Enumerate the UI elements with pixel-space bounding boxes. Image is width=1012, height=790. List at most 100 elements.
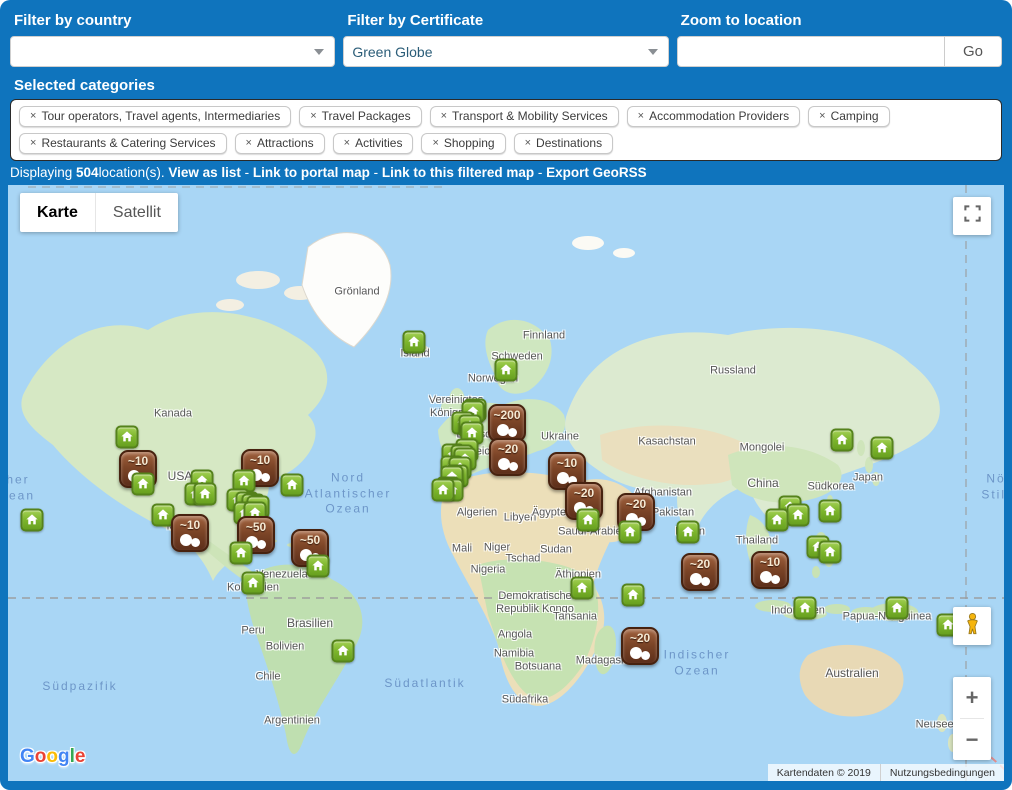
house-marker[interactable] bbox=[332, 640, 355, 663]
terms-link[interactable]: Nutzungsbedingungen bbox=[881, 767, 1004, 779]
category-chip-label: Destinations bbox=[536, 136, 602, 150]
remove-chip-icon[interactable]: × bbox=[819, 110, 825, 122]
house-icon bbox=[798, 601, 813, 616]
remove-chip-icon[interactable]: × bbox=[310, 110, 316, 122]
house-marker[interactable] bbox=[495, 359, 518, 382]
cluster-marker[interactable]: ~20 bbox=[621, 627, 659, 665]
category-chip[interactable]: × Accommodation Providers bbox=[627, 106, 801, 127]
house-marker[interactable] bbox=[230, 542, 253, 565]
map-place-label: Finnland bbox=[523, 329, 565, 342]
house-marker[interactable] bbox=[831, 429, 854, 452]
house-marker[interactable] bbox=[116, 426, 139, 449]
top-dashed-line bbox=[28, 186, 448, 188]
house-marker[interactable] bbox=[307, 555, 330, 578]
status-prefix: Displaying bbox=[10, 165, 76, 180]
remove-chip-icon[interactable]: × bbox=[441, 110, 447, 122]
zoom-to-location-label: Zoom to location bbox=[681, 12, 1002, 30]
house-marker[interactable] bbox=[194, 483, 217, 506]
cluster-dot-icon bbox=[261, 473, 270, 482]
remove-chip-icon[interactable]: × bbox=[246, 137, 252, 149]
cluster-count-label: ~50 bbox=[293, 533, 327, 547]
map-type-karte-button[interactable]: Karte bbox=[20, 193, 96, 232]
cluster-dot-icon bbox=[771, 575, 780, 584]
map-place-label: Argentinien bbox=[264, 714, 320, 727]
go-button[interactable]: Go bbox=[944, 37, 1001, 66]
category-chip[interactable]: ×Activities bbox=[333, 133, 414, 154]
remove-chip-icon[interactable]: × bbox=[30, 110, 36, 122]
house-marker[interactable] bbox=[787, 504, 810, 527]
house-marker[interactable] bbox=[794, 597, 817, 620]
chevron-down-icon bbox=[648, 49, 658, 55]
house-marker[interactable] bbox=[21, 509, 44, 532]
google-logo[interactable]: Google bbox=[20, 746, 85, 768]
map-type-satellit-button[interactable]: Satellit bbox=[96, 193, 178, 232]
category-chip[interactable]: × Destinations bbox=[514, 133, 613, 154]
cluster-marker[interactable]: ~10 bbox=[171, 514, 209, 552]
cluster-marker[interactable]: ~20 bbox=[681, 553, 719, 591]
house-marker[interactable] bbox=[766, 509, 789, 532]
country-filter-select[interactable] bbox=[10, 36, 335, 67]
cluster-count-label: ~10 bbox=[173, 518, 207, 532]
house-marker[interactable] bbox=[571, 577, 594, 600]
map-place-label: Brasilien bbox=[287, 616, 333, 630]
category-chip[interactable]: ×Transport & Mobility Services bbox=[430, 106, 619, 127]
pegman-control[interactable] bbox=[953, 607, 991, 645]
house-marker[interactable] bbox=[432, 479, 455, 502]
category-chip[interactable]: ×Travel Packages bbox=[299, 106, 421, 127]
house-marker[interactable] bbox=[886, 597, 909, 620]
status-link[interactable]: View as list bbox=[168, 165, 241, 180]
cluster-count-label: ~20 bbox=[619, 497, 653, 511]
cluster-dot-icon bbox=[760, 571, 772, 583]
house-marker[interactable] bbox=[871, 437, 894, 460]
house-marker[interactable] bbox=[281, 474, 304, 497]
house-icon bbox=[823, 504, 838, 519]
remove-chip-icon[interactable]: × bbox=[525, 137, 531, 149]
cluster-marker[interactable]: ~10 bbox=[751, 551, 789, 589]
country-filter-field: Filter by country bbox=[10, 12, 335, 67]
house-marker[interactable] bbox=[619, 521, 642, 544]
house-icon bbox=[336, 644, 351, 659]
remove-chip-icon[interactable]: × bbox=[432, 137, 438, 149]
fullscreen-button[interactable] bbox=[953, 197, 991, 235]
zoom-to-location-input[interactable] bbox=[678, 37, 944, 66]
house-marker[interactable] bbox=[132, 473, 155, 496]
category-chip[interactable]: ×Shopping bbox=[421, 133, 505, 154]
google-map[interactable]: GrönlandIslandFinnlandSchwedenNorwegenRu… bbox=[8, 185, 1004, 781]
map-water-label: Nord Atlantischer Ozean bbox=[305, 471, 392, 518]
remove-chip-icon[interactable]: × bbox=[344, 137, 350, 149]
house-marker[interactable] bbox=[403, 331, 426, 354]
house-marker[interactable] bbox=[622, 584, 645, 607]
map-water-label: Nö Still bbox=[981, 471, 1004, 502]
house-marker[interactable] bbox=[677, 521, 700, 544]
category-chip[interactable]: ×Tour operators, Travel agents, Intermed… bbox=[19, 106, 291, 127]
cluster-dot-icon bbox=[630, 647, 642, 659]
zoom-out-button[interactable]: − bbox=[953, 719, 991, 760]
map-place-label: Angola bbox=[498, 628, 532, 641]
category-chip-label: Camping bbox=[831, 109, 879, 123]
remove-chip-icon[interactable]: × bbox=[638, 110, 644, 122]
house-marker[interactable] bbox=[819, 500, 842, 523]
house-icon bbox=[246, 576, 261, 591]
category-chip[interactable]: ×Attractions bbox=[235, 133, 325, 154]
house-icon bbox=[770, 513, 785, 528]
category-chip-label: Accommodation Providers bbox=[649, 109, 789, 123]
house-icon bbox=[626, 588, 641, 603]
house-marker[interactable] bbox=[819, 541, 842, 564]
map-place-label: Pakistan bbox=[652, 506, 694, 519]
map-place-label: Australien bbox=[825, 666, 878, 680]
certificate-filter-field: Filter by Certificate Green Globe bbox=[343, 12, 668, 67]
house-marker[interactable] bbox=[242, 572, 265, 595]
category-chip[interactable]: ×Restaurants & Catering Services bbox=[19, 133, 227, 154]
status-link[interactable]: Link to this filtered map bbox=[382, 165, 534, 180]
category-chip[interactable]: × Camping bbox=[808, 106, 889, 127]
house-marker[interactable] bbox=[577, 509, 600, 532]
status-link[interactable]: Link to portal map bbox=[253, 165, 370, 180]
remove-chip-icon[interactable]: × bbox=[30, 137, 36, 149]
cluster-marker[interactable]: ~200 bbox=[488, 404, 526, 442]
zoom-in-button[interactable]: + bbox=[953, 677, 991, 718]
cluster-marker[interactable]: ~20 bbox=[489, 438, 527, 476]
certificate-filter-select[interactable]: Green Globe bbox=[343, 36, 668, 67]
cluster-dot-icon bbox=[257, 540, 266, 549]
map-place-label: Kanada bbox=[154, 407, 192, 420]
status-link[interactable]: Export GeoRSS bbox=[546, 165, 647, 180]
